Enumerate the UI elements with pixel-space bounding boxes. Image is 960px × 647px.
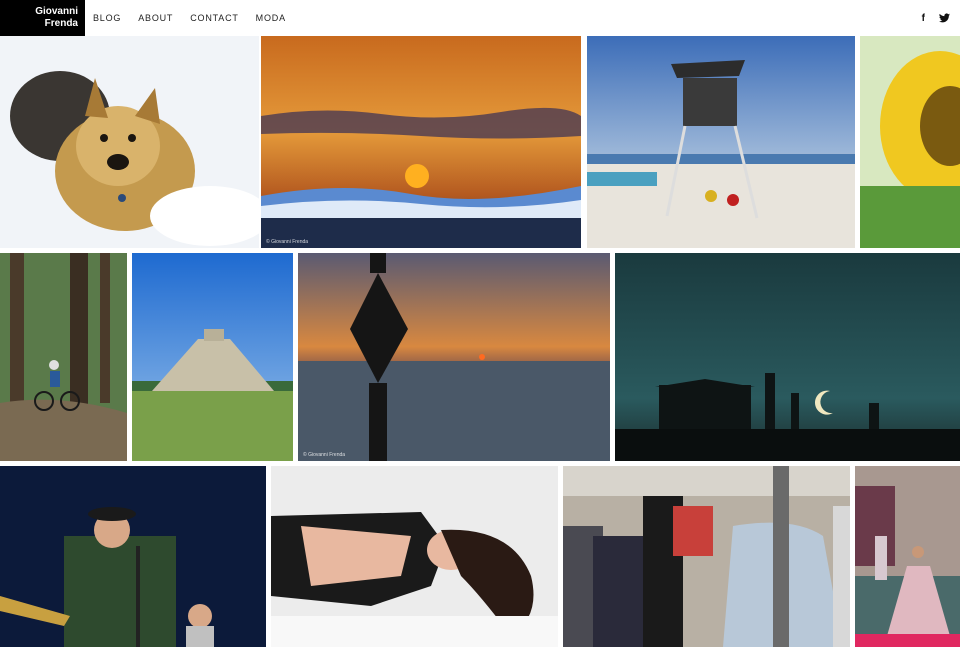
- facebook-icon[interactable]: f: [922, 13, 925, 24]
- moon-night-image: [615, 253, 960, 461]
- sunflower-image: [860, 36, 960, 248]
- photo-musician-singer[interactable]: [0, 466, 266, 647]
- lifeguard-image: [587, 36, 855, 248]
- site-header: Giovanni Frenda BLOG ABOUT CONTACT MODA …: [0, 0, 960, 36]
- logo-line-2: Frenda: [44, 18, 78, 29]
- biker-image: [0, 253, 127, 461]
- fashion-show-image: [855, 466, 960, 647]
- photo-sunset-over-wave[interactable]: © Giovanni Frenda: [261, 36, 581, 248]
- photo-sea-sunset-buoy[interactable]: © Giovanni Frenda: [298, 253, 610, 461]
- dog-image: [0, 36, 259, 248]
- social-links: f: [922, 0, 950, 36]
- musician-image: [0, 466, 266, 647]
- photo-credit: © Giovanni Frenda: [266, 239, 309, 245]
- photo-sunflower[interactable]: [860, 36, 960, 248]
- store-image: [563, 466, 850, 647]
- twitter-icon[interactable]: [939, 13, 950, 23]
- main-nav: BLOG ABOUT CONTACT MODA: [93, 0, 286, 36]
- photo-mountain-biker[interactable]: [0, 253, 127, 461]
- sea-sunset-image: [298, 253, 610, 461]
- site-logo[interactable]: Giovanni Frenda: [0, 0, 85, 36]
- photo-lifeguard-tower[interactable]: [587, 36, 855, 248]
- nav-contact[interactable]: CONTACT: [190, 13, 238, 23]
- photo-credit: © Giovanni Frenda: [303, 452, 346, 458]
- nav-moda[interactable]: MODA: [256, 13, 286, 23]
- logo-line-1: Giovanni: [35, 6, 78, 17]
- photo-crescent-moon-night[interactable]: [615, 253, 960, 461]
- nav-about[interactable]: ABOUT: [138, 13, 173, 23]
- photo-clothing-store[interactable]: [563, 466, 850, 647]
- photo-fashion-show[interactable]: [855, 466, 960, 647]
- model-image: [271, 466, 558, 647]
- photo-pyramid[interactable]: [132, 253, 293, 461]
- photo-dog-in-snow[interactable]: [0, 36, 259, 248]
- pyramid-image: [132, 253, 293, 461]
- sunset-image: [261, 36, 581, 248]
- nav-blog[interactable]: BLOG: [93, 13, 121, 23]
- photo-model-lying[interactable]: [271, 466, 558, 647]
